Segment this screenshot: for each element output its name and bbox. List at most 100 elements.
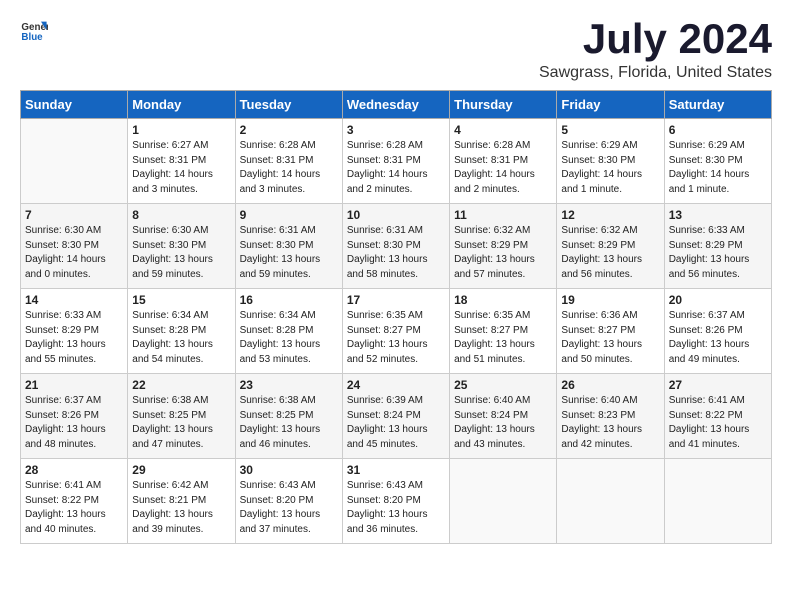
calendar-cell: 5 Sunrise: 6:29 AM Sunset: 8:30 PM Daylig… <box>557 119 664 204</box>
day-number: 20 <box>669 293 767 307</box>
calendar-cell <box>557 459 664 544</box>
day-number: 18 <box>454 293 552 307</box>
day-number: 15 <box>132 293 230 307</box>
day-number: 27 <box>669 378 767 392</box>
column-header-tuesday: Tuesday <box>235 91 342 119</box>
calendar-cell: 23Sunrise: 6:38 AM Sunset: 8:25 PM Dayli… <box>235 374 342 459</box>
cell-content: Sunrise: 6:37 AM Sunset: 8:26 PM Dayligh… <box>25 394 123 452</box>
calendar-week-4: 21 Sunrise: 6:37 AM Sunset: 8:26 PM Dayli… <box>21 374 772 459</box>
calendar-week-1: 1Sunrise: 6:27 AM Sunset: 8:31 PM Daylig… <box>21 119 772 204</box>
cell-content: Sunrise: 6:31 AM Sunset: 8:30 PM Dayligh… <box>240 224 338 282</box>
column-header-monday: Monday <box>128 91 235 119</box>
day-number: 25 <box>454 378 552 392</box>
day-number: 22 <box>132 378 230 392</box>
column-header-saturday: Saturday <box>664 91 771 119</box>
cell-content: Sunrise: 6:30 AM Sunset: 8:30 PM Dayligh… <box>132 224 230 282</box>
cell-content: Sunrise: 6:34 AM Sunset: 8:28 PM Dayligh… <box>132 309 230 367</box>
calendar-cell: 31Sunrise: 6:43 AM Sunset: 8:20 PM Dayli… <box>342 459 449 544</box>
cell-content: Sunrise: 6:32 AM Sunset: 8:29 PM Dayligh… <box>454 224 552 282</box>
day-number: 21 <box>25 378 123 392</box>
title-block: July 2024 Sawgrass, Florida, United Stat… <box>539 16 772 82</box>
cell-content: Sunrise: 6:28 AM Sunset: 8:31 PM Dayligh… <box>347 139 445 197</box>
column-header-sunday: Sunday <box>21 91 128 119</box>
day-number: 17 <box>347 293 445 307</box>
cell-content: Sunrise: 6:33 AM Sunset: 8:29 PM Dayligh… <box>669 224 767 282</box>
logo: General Blue <box>20 16 48 44</box>
calendar-cell: 9 Sunrise: 6:31 AM Sunset: 8:30 PM Daylig… <box>235 204 342 289</box>
column-header-wednesday: Wednesday <box>342 91 449 119</box>
cell-content: Sunrise: 6:30 AM Sunset: 8:30 PM Dayligh… <box>25 224 123 282</box>
cell-content: Sunrise: 6:39 AM Sunset: 8:24 PM Dayligh… <box>347 394 445 452</box>
day-number: 29 <box>132 463 230 477</box>
day-number: 8 <box>132 208 230 222</box>
calendar-cell: 27 Sunrise: 6:41 AM Sunset: 8:22 PM Dayli… <box>664 374 771 459</box>
calendar-cell: 16Sunrise: 6:34 AM Sunset: 8:28 PM Dayli… <box>235 289 342 374</box>
calendar-cell: 17 Sunrise: 6:35 AM Sunset: 8:27 PM Dayli… <box>342 289 449 374</box>
cell-content: Sunrise: 6:34 AM Sunset: 8:28 PM Dayligh… <box>240 309 338 367</box>
calendar-cell: 19 Sunrise: 6:36 AM Sunset: 8:27 PM Dayli… <box>557 289 664 374</box>
cell-content: Sunrise: 6:35 AM Sunset: 8:27 PM Dayligh… <box>454 309 552 367</box>
cell-content: Sunrise: 6:35 AM Sunset: 8:27 PM Dayligh… <box>347 309 445 367</box>
calendar-cell <box>664 459 771 544</box>
day-number: 26 <box>561 378 659 392</box>
cell-content: Sunrise: 6:32 AM Sunset: 8:29 PM Dayligh… <box>561 224 659 282</box>
cell-content: Sunrise: 6:41 AM Sunset: 8:22 PM Dayligh… <box>25 479 123 537</box>
calendar-cell: 12 Sunrise: 6:32 AM Sunset: 8:29 PM Dayli… <box>557 204 664 289</box>
calendar-cell: 8 Sunrise: 6:30 AM Sunset: 8:30 PM Daylig… <box>128 204 235 289</box>
day-number: 19 <box>561 293 659 307</box>
calendar-cell: 30Sunrise: 6:43 AM Sunset: 8:20 PM Dayli… <box>235 459 342 544</box>
calendar-table: SundayMondayTuesdayWednesdayThursdayFrid… <box>20 90 772 544</box>
cell-content: Sunrise: 6:40 AM Sunset: 8:23 PM Dayligh… <box>561 394 659 452</box>
calendar-cell: 20Sunrise: 6:37 AM Sunset: 8:26 PM Dayli… <box>664 289 771 374</box>
day-number: 11 <box>454 208 552 222</box>
calendar-cell: 10 Sunrise: 6:31 AM Sunset: 8:30 PM Dayli… <box>342 204 449 289</box>
calendar-cell: 6 Sunrise: 6:29 AM Sunset: 8:30 PM Daylig… <box>664 119 771 204</box>
calendar-cell: 29Sunrise: 6:42 AM Sunset: 8:21 PM Dayli… <box>128 459 235 544</box>
calendar-week-2: 7Sunrise: 6:30 AM Sunset: 8:30 PM Daylig… <box>21 204 772 289</box>
calendar-cell: 13Sunrise: 6:33 AM Sunset: 8:29 PM Dayli… <box>664 204 771 289</box>
cell-content: Sunrise: 6:28 AM Sunset: 8:31 PM Dayligh… <box>240 139 338 197</box>
day-number: 24 <box>347 378 445 392</box>
day-number: 1 <box>132 123 230 137</box>
day-number: 4 <box>454 123 552 137</box>
calendar-cell: 24 Sunrise: 6:39 AM Sunset: 8:24 PM Dayli… <box>342 374 449 459</box>
cell-content: Sunrise: 6:38 AM Sunset: 8:25 PM Dayligh… <box>132 394 230 452</box>
calendar-cell: 15 Sunrise: 6:34 AM Sunset: 8:28 PM Dayli… <box>128 289 235 374</box>
cell-content: Sunrise: 6:36 AM Sunset: 8:27 PM Dayligh… <box>561 309 659 367</box>
cell-content: Sunrise: 6:41 AM Sunset: 8:22 PM Dayligh… <box>669 394 767 452</box>
month-title: July 2024 <box>539 16 772 62</box>
day-number: 30 <box>240 463 338 477</box>
day-number: 12 <box>561 208 659 222</box>
calendar-cell: 26 Sunrise: 6:40 AM Sunset: 8:23 PM Dayli… <box>557 374 664 459</box>
day-number: 5 <box>561 123 659 137</box>
calendar-cell: 18 Sunrise: 6:35 AM Sunset: 8:27 PM Dayli… <box>450 289 557 374</box>
day-number: 6 <box>669 123 767 137</box>
location-title: Sawgrass, Florida, United States <box>539 64 772 82</box>
cell-content: Sunrise: 6:40 AM Sunset: 8:24 PM Dayligh… <box>454 394 552 452</box>
cell-content: Sunrise: 6:38 AM Sunset: 8:25 PM Dayligh… <box>240 394 338 452</box>
calendar-cell: 7Sunrise: 6:30 AM Sunset: 8:30 PM Daylig… <box>21 204 128 289</box>
calendar-cell <box>21 119 128 204</box>
cell-content: Sunrise: 6:29 AM Sunset: 8:30 PM Dayligh… <box>561 139 659 197</box>
cell-content: Sunrise: 6:31 AM Sunset: 8:30 PM Dayligh… <box>347 224 445 282</box>
column-header-thursday: Thursday <box>450 91 557 119</box>
day-number: 10 <box>347 208 445 222</box>
cell-content: Sunrise: 6:28 AM Sunset: 8:31 PM Dayligh… <box>454 139 552 197</box>
calendar-cell: 28Sunrise: 6:41 AM Sunset: 8:22 PM Dayli… <box>21 459 128 544</box>
cell-content: Sunrise: 6:29 AM Sunset: 8:30 PM Dayligh… <box>669 139 767 197</box>
day-number: 14 <box>25 293 123 307</box>
day-number: 9 <box>240 208 338 222</box>
calendar-header-row: SundayMondayTuesdayWednesdayThursdayFrid… <box>21 91 772 119</box>
page-header: General Blue July 2024 Sawgrass, Florida… <box>20 16 772 82</box>
column-header-friday: Friday <box>557 91 664 119</box>
calendar-cell: 3 Sunrise: 6:28 AM Sunset: 8:31 PM Daylig… <box>342 119 449 204</box>
day-number: 3 <box>347 123 445 137</box>
cell-content: Sunrise: 6:43 AM Sunset: 8:20 PM Dayligh… <box>347 479 445 537</box>
cell-content: Sunrise: 6:33 AM Sunset: 8:29 PM Dayligh… <box>25 309 123 367</box>
calendar-cell: 4 Sunrise: 6:28 AM Sunset: 8:31 PM Daylig… <box>450 119 557 204</box>
calendar-cell: 25 Sunrise: 6:40 AM Sunset: 8:24 PM Dayli… <box>450 374 557 459</box>
calendar-cell: 11 Sunrise: 6:32 AM Sunset: 8:29 PM Dayli… <box>450 204 557 289</box>
calendar-cell: 14 Sunrise: 6:33 AM Sunset: 8:29 PM Dayli… <box>21 289 128 374</box>
calendar-cell: 1Sunrise: 6:27 AM Sunset: 8:31 PM Daylig… <box>128 119 235 204</box>
calendar-cell: 2Sunrise: 6:28 AM Sunset: 8:31 PM Daylig… <box>235 119 342 204</box>
